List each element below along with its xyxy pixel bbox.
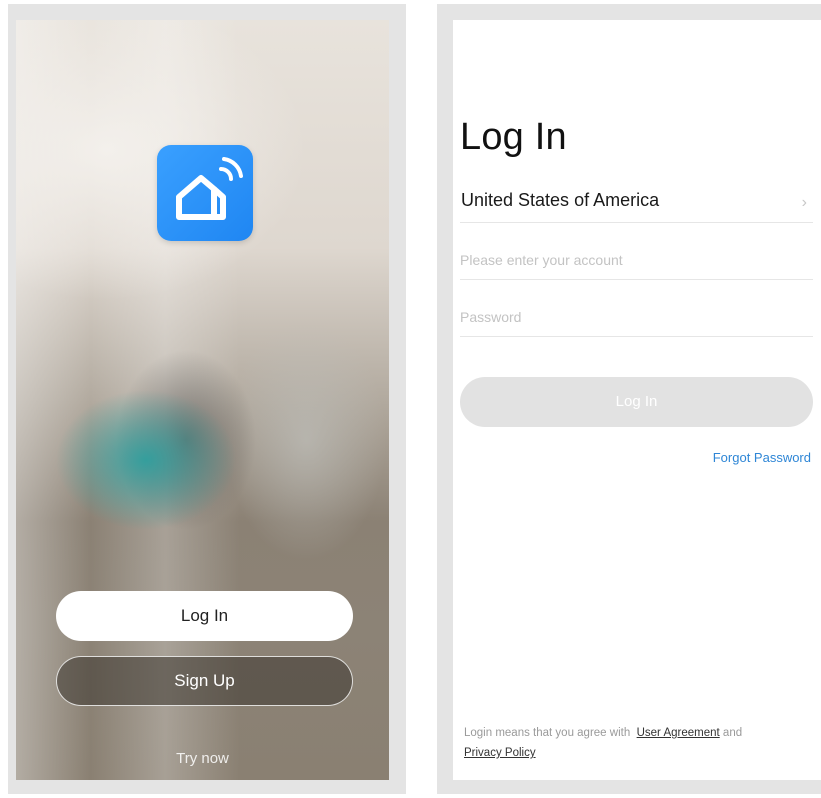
- password-field: [460, 298, 813, 337]
- welcome-screen: Log In Sign Up Try now: [16, 20, 389, 780]
- account-input[interactable]: [460, 241, 813, 279]
- agreement-notice: Login means that you agree with User Agr…: [464, 723, 814, 763]
- page-title: Log In: [460, 116, 567, 158]
- login-screen: Log In United States of America › Log In…: [453, 20, 821, 780]
- signup-button[interactable]: Sign Up: [56, 656, 353, 706]
- smart-home-wifi-icon: [176, 157, 243, 220]
- login-button[interactable]: Log In: [56, 591, 353, 641]
- app-logo: [157, 145, 253, 241]
- agreement-and: and: [722, 727, 743, 739]
- country-selector[interactable]: United States of America ›: [460, 184, 813, 223]
- user-agreement-link[interactable]: User Agreement: [637, 727, 720, 739]
- country-label: United States of America: [461, 190, 660, 210]
- agreement-prefix: Login means that you agree with: [464, 727, 631, 739]
- login-submit-button[interactable]: Log In: [460, 377, 813, 427]
- forgot-password-link[interactable]: Forgot Password: [713, 450, 811, 465]
- password-input[interactable]: [460, 298, 813, 336]
- account-field: [460, 241, 813, 280]
- privacy-policy-link[interactable]: Privacy Policy: [464, 747, 536, 759]
- chevron-right-icon: ›: [801, 194, 807, 211]
- try-now-link[interactable]: Try now: [16, 750, 389, 767]
